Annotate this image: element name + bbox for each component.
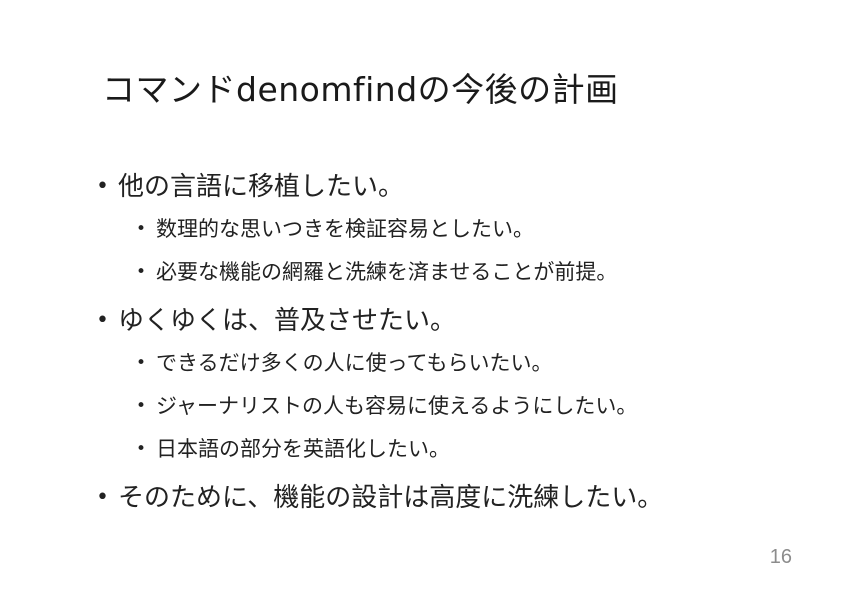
bullet-text: ゆくゆくは、普及させたい。 [118,306,457,336]
bullet-icon: • [96,485,109,510]
sub-bullet-text: ジャーナリストの人も容易に使えるようにしたい。 [156,394,638,418]
bullet-item: • 他の言語に移植したい。 [96,166,816,208]
sub-bullet-text: 数理的な思いつきを検証容易としたい。 [156,217,534,241]
bullet-item: • ゆくゆくは、普及させたい。 [96,300,816,342]
bullet-icon: • [136,353,147,373]
bullet-item: • そのために、機能の設計は高度に洗練したい。 [96,477,816,519]
sub-bullet-item: • 必要な機能の網羅と洗練を済ませることが前提。 [96,251,816,294]
sub-bullet-text: 必要な機能の網羅と洗練を済ませることが前提。 [156,260,618,284]
bullet-icon: • [136,262,147,282]
bullet-text: そのために、機能の設計は高度に洗練したい。 [118,483,664,513]
slide-title: コマンドdenomfindの今後の計画 [102,70,619,109]
sub-bullet-text: できるだけ多くの人に使ってもらいたい。 [156,351,553,375]
bullet-icon: • [136,219,147,239]
bullet-text: 他の言語に移植したい。 [118,172,405,202]
page-number: 16 [769,546,792,568]
sub-bullet-item: • 日本語の部分を英語化したい。 [96,428,816,471]
sub-bullet-item: • 数理的な思いつきを検証容易としたい。 [96,208,816,251]
bullet-list: • 他の言語に移植したい。 • 数理的な思いつきを検証容易としたい。 • 必要な… [96,166,816,519]
slide: コマンドdenomfindの今後の計画 • 他の言語に移植したい。 • 数理的な… [0,0,842,595]
bullet-icon: • [96,308,109,333]
sub-bullet-text: 日本語の部分を英語化したい。 [156,437,450,461]
bullet-icon: • [136,439,147,459]
bullet-icon: • [96,174,109,199]
bullet-icon: • [136,396,147,416]
sub-bullet-item: • ジャーナリストの人も容易に使えるようにしたい。 [96,385,816,428]
sub-bullet-item: • できるだけ多くの人に使ってもらいたい。 [96,342,816,385]
